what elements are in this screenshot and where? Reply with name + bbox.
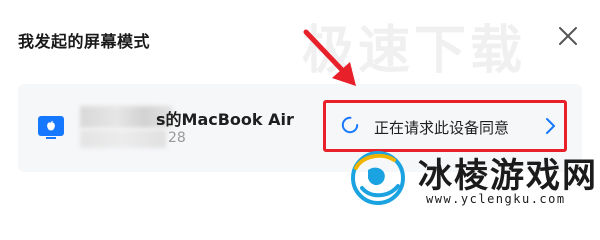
dialog-title: 我发起的屏幕模式 <box>18 32 151 51</box>
loading-spinner-icon <box>341 116 359 134</box>
request-status-button[interactable]: 正在请求此设备同意 <box>323 100 567 152</box>
redacted-device-ip <box>80 130 166 148</box>
brand-url: www.yclengku.com <box>426 192 566 206</box>
annotation-arrow-icon <box>303 29 356 86</box>
device-name: s的MacBook Air <box>156 110 294 129</box>
brand-name: 冰棱游戏网 <box>418 156 598 196</box>
close-icon <box>559 27 577 45</box>
apple-icon <box>47 120 55 131</box>
close-button[interactable] <box>556 24 580 48</box>
brand-logo-icon <box>351 151 405 205</box>
laptop-icon <box>38 116 64 139</box>
request-status-text: 正在请求此设备同意 <box>374 119 510 137</box>
screen-share-dialog: 我发起的屏幕模式 极速下载 s的MacBook Air 28 正在请求此设备同意 <box>0 0 600 211</box>
device-ip: 28 <box>168 130 186 146</box>
chevron-right-icon <box>546 118 555 134</box>
